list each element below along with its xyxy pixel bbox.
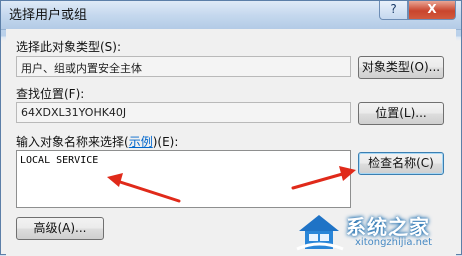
watermark-url: xitongzhijia.net bbox=[355, 237, 433, 248]
arrow-head-left bbox=[107, 173, 123, 187]
house-logo-icon bbox=[296, 215, 344, 251]
watermark-text: 系统之家 bbox=[346, 215, 430, 239]
dialog-window: 选择用户或组 ? X 选择此对象类型(S): 用户、组或内置安全主体 对象类型(… bbox=[0, 0, 462, 256]
arrow-to-textarea bbox=[115, 179, 181, 203]
watermark: 系统之家 xitongzhijia.net bbox=[291, 207, 462, 256]
arrow-to-check-button bbox=[291, 171, 348, 190]
arrow-head-right bbox=[339, 166, 356, 181]
